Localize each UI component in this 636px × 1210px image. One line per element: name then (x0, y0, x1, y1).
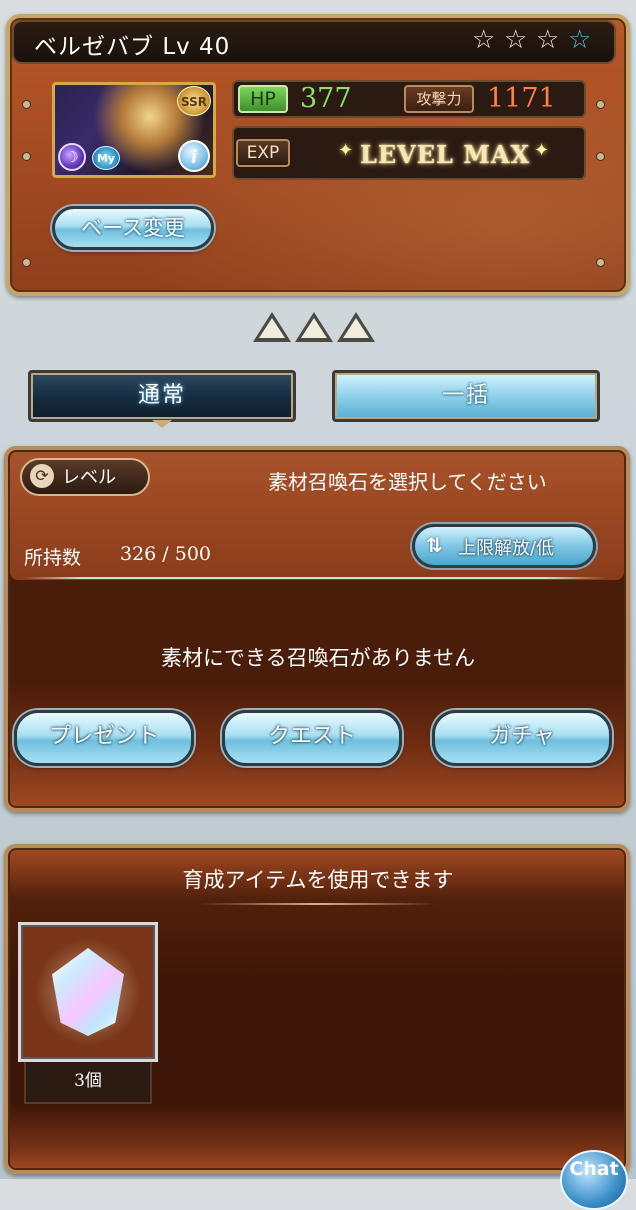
character-level: Lv 40 (162, 34, 231, 60)
star-uncap-icon: ☆ (568, 25, 592, 55)
select-material-message: 素材召喚石を選択してください (268, 470, 547, 494)
tab-normal[interactable]: 通常 (28, 370, 296, 422)
divider (22, 577, 606, 579)
star-empty-icon: ☆ (472, 25, 496, 55)
hp-value: 377 (300, 83, 352, 114)
sort-order-label: 上限解放/低 (458, 538, 555, 559)
info-icon[interactable]: i (178, 140, 210, 172)
present-button[interactable]: プレゼント (14, 710, 194, 766)
tab-bulk[interactable]: 一括 (332, 370, 600, 422)
owned-count-label: 所持数 (24, 547, 82, 569)
dark-element-icon: ☽ (58, 143, 86, 171)
exp-label: EXP (236, 139, 290, 167)
item-divider (200, 903, 436, 905)
rivet-decoration (596, 152, 605, 161)
sort-arrows-icon: ⇅ (426, 533, 443, 557)
rivet-decoration (22, 258, 31, 267)
uncap-chevron-inner (301, 318, 327, 338)
star-empty-icon: ☆ (504, 25, 528, 55)
level-max-status: LEVEL MAX (359, 140, 531, 169)
rarity-badge: SSR (177, 86, 211, 116)
refresh-icon: ⟳ (30, 464, 54, 488)
empty-material-message: 素材にできる召喚石がありません (161, 646, 475, 670)
base-change-button[interactable]: ベース変更 (52, 206, 214, 250)
gacha-button[interactable]: ガチャ (432, 710, 612, 766)
chat-button[interactable]: Chat (560, 1150, 628, 1210)
item-count: 3個 (24, 1062, 152, 1104)
rivet-decoration (596, 100, 605, 109)
uncap-chevron-inner (259, 318, 285, 338)
rivet-decoration (596, 258, 605, 267)
star-empty-icon: ☆ (536, 25, 560, 55)
item-usage-message: 育成アイテムを使用できます (182, 868, 454, 892)
character-name: ベルゼバブ Lv 40 (34, 27, 230, 61)
my-badge: My (92, 146, 120, 170)
rivet-decoration (22, 100, 31, 109)
hp-label: HP (238, 85, 288, 113)
attack-label: 攻撃力 (404, 85, 474, 113)
level-sort-label: レベル (62, 467, 116, 488)
character-name-text: ベルゼバブ (34, 34, 154, 60)
attack-value: 1171 (487, 83, 556, 114)
quest-button[interactable]: クエスト (222, 710, 402, 766)
rivet-decoration (22, 152, 31, 161)
owned-count-value: 326 / 500 (120, 543, 212, 565)
active-tab-pointer (152, 420, 172, 428)
uncap-chevron-inner (343, 318, 369, 338)
